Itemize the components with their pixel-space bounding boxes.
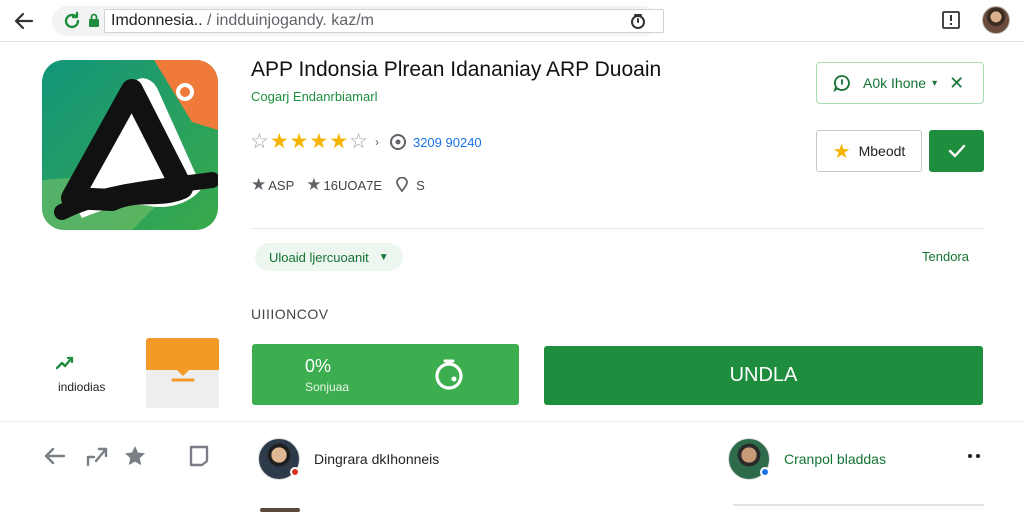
section-divider <box>251 228 984 229</box>
avatar <box>728 438 770 480</box>
bookmark-icon[interactable] <box>186 443 212 469</box>
author-card-1[interactable]: Dingrara dkIhonneis <box>258 437 439 481</box>
more-link[interactable]: Tendora <box>922 249 969 264</box>
browser-toolbar: Imdonnesia.. / indduinjogandy. kaz/m <box>0 0 1024 42</box>
progress-sub-label: Sonjuaa <box>305 380 350 394</box>
app-logo-graphic <box>42 60 218 230</box>
next-card-edge <box>260 508 300 512</box>
wishlist-button[interactable]: ★ Mbeodt <box>816 130 922 172</box>
star-icon: ★ <box>269 130 289 153</box>
bottom-divider <box>0 421 1024 422</box>
ask-phone-button[interactable]: A0k Ihone ▾ ✕ <box>816 62 984 104</box>
lock-icon <box>89 13 99 27</box>
developer-link[interactable]: Cogarj Endanrbiamarl <box>251 89 377 104</box>
wishlist-label: Mbeodt <box>858 143 906 159</box>
rating-row: ☆ ★ ★ ★ ★ ☆ › 3209 90240 <box>250 130 482 154</box>
rating-separator: › <box>374 135 379 149</box>
install-button[interactable]: UNDLA <box>544 346 983 405</box>
wishlist-star-icon: ★ <box>832 140 851 163</box>
scroll-indicator <box>733 504 984 506</box>
close-icon[interactable]: ✕ <box>949 73 964 94</box>
section-heading: UIIIONCOV <box>251 306 329 322</box>
star-icon: ★ <box>289 130 309 153</box>
rating-count[interactable]: 3209 90240 <box>413 135 482 150</box>
star-icon: ★ <box>309 130 329 153</box>
confirm-button[interactable] <box>929 130 984 172</box>
url-text[interactable]: Imdonnesia.. / indduinjogandy. kaz/m <box>104 9 664 33</box>
version-star-icon: ★ <box>306 175 322 194</box>
author-name: Dingrara dkIhonneis <box>314 451 440 467</box>
app-logo <box>42 60 218 230</box>
checkmark-icon <box>948 144 965 158</box>
share-arrow-icon[interactable] <box>84 443 110 469</box>
app-title: APP Indonsia Plrean Idananiay ARP Duoain <box>251 58 662 81</box>
share-icon[interactable] <box>628 11 648 31</box>
category-star-icon: ★ <box>251 175 267 194</box>
trend-up-icon <box>55 356 74 370</box>
avatar <box>258 438 300 480</box>
download-stat-label: indiodias <box>58 380 106 394</box>
download-stat-tile[interactable]: indiodias <box>40 338 138 408</box>
ask-phone-label: A0k Ihone <box>863 75 927 91</box>
star-icon: ★ <box>329 130 349 153</box>
download-progress-button[interactable]: 0% Sonjuaa <box>252 344 519 405</box>
progress-percent: 0% <box>305 356 332 376</box>
download-tile[interactable] <box>146 338 219 408</box>
meta-row: ★ ASP ★ 16UOA7E S <box>251 174 425 196</box>
extension-icon[interactable] <box>940 9 962 31</box>
star-icon: ☆ <box>349 130 368 153</box>
timer-icon <box>435 359 463 390</box>
url-path: / indduinjogandy. kaz/m <box>202 12 374 29</box>
chevron-down-icon: ▼ <box>378 251 389 263</box>
meta-category: ASP <box>268 177 295 193</box>
favorite-star-icon[interactable] <box>122 443 148 469</box>
filter-chip[interactable]: Uloaid ljercuoanit ▼ <box>255 243 403 271</box>
star-icon: ☆ <box>250 130 269 153</box>
chat-bubble-icon <box>833 75 850 92</box>
author-name: Cranpol bladdas <box>784 451 886 467</box>
ask-phone-caret-icon: ▾ <box>932 77 938 89</box>
more-options-icon[interactable] <box>964 446 984 466</box>
author-card-2[interactable]: Cranpol bladdas <box>728 437 886 481</box>
meta-age: S <box>416 177 425 193</box>
back-arrow-icon[interactable] <box>12 9 36 33</box>
location-pin-icon <box>396 177 408 193</box>
download-arrow-icon <box>171 352 195 382</box>
url-host: Imdonnesia.. <box>111 12 203 29</box>
filter-chip-label: Uloaid ljercuoanit <box>269 249 369 265</box>
address-bar[interactable]: Imdonnesia.. / indduinjogandy. kaz/m <box>52 6 664 36</box>
back-icon[interactable] <box>42 443 68 469</box>
download-count-icon <box>389 134 406 150</box>
meta-version: 16UOA7E <box>323 177 383 193</box>
reload-icon[interactable] <box>62 11 82 31</box>
profile-avatar[interactable] <box>982 6 1010 34</box>
